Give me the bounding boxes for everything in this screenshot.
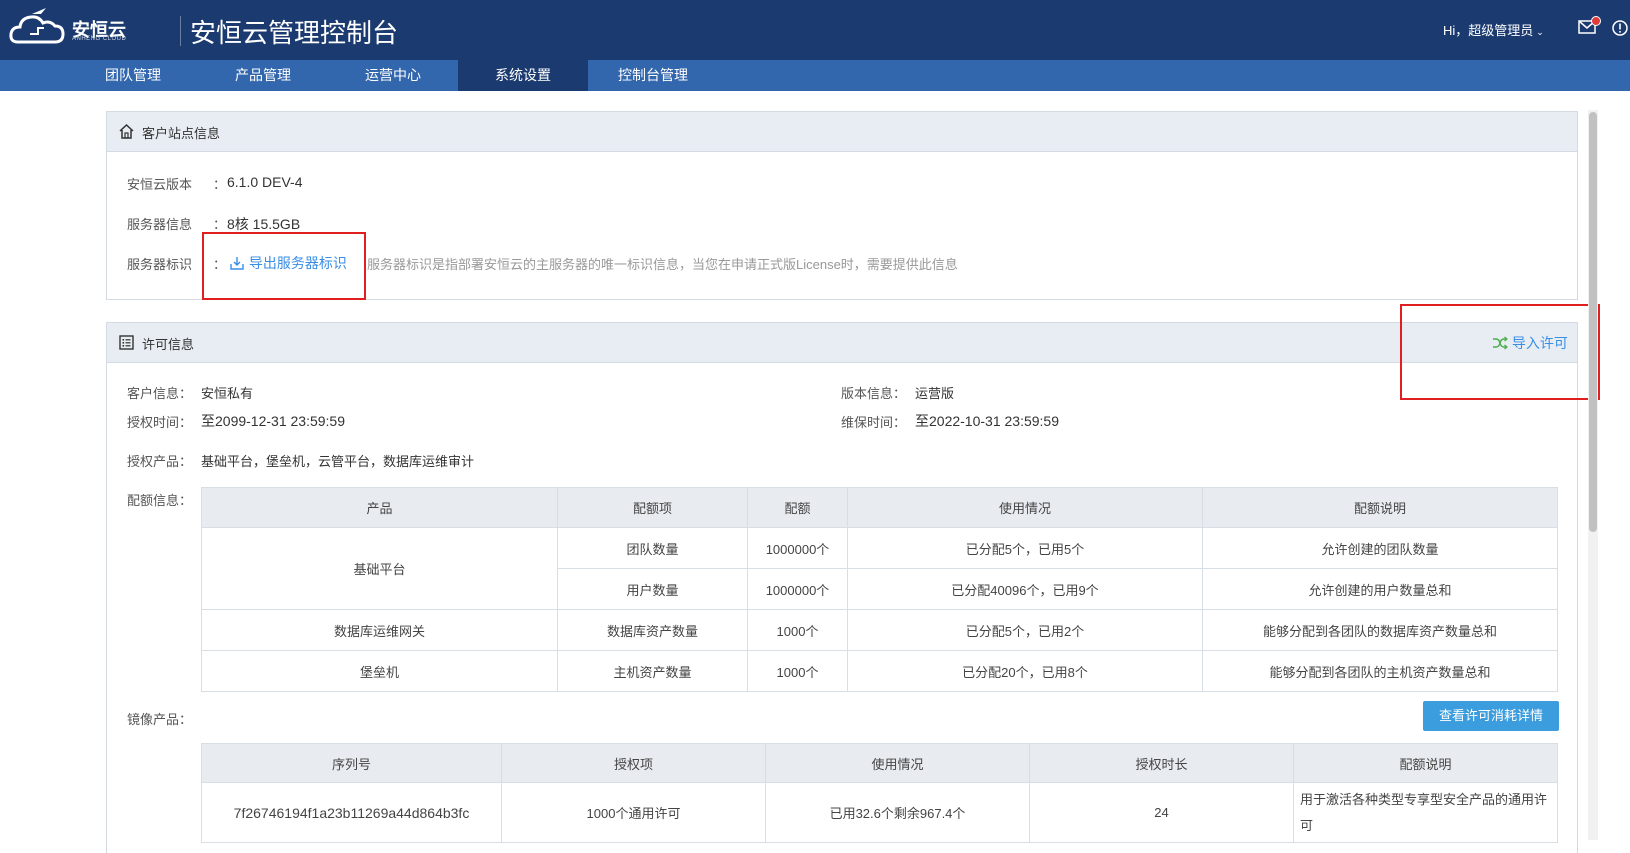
info-icon[interactable] [1612, 20, 1628, 36]
logo-subtext: ANHENG CLOUD [72, 36, 127, 42]
auth-products-value: 基础平台，堡垒机，云管平台，数据库运维审计 [201, 454, 475, 469]
table-cell: 已分配20个，已用8个 [847, 650, 1203, 692]
table-cell: 已分配40096个，已用9个 [847, 568, 1203, 610]
export-server-id-label: 导出服务器标识 [248, 255, 347, 271]
mirror-table: 序列号 授权项 使用情况 授权时长 配额说明 7f26746194f1a23b1… [201, 743, 1558, 843]
column-header: 配额 [747, 487, 848, 528]
maintenance-time-value: 至2022-10-31 23:59:59 [915, 413, 1059, 429]
table-cell: 24 [1029, 782, 1294, 843]
column-header: 配额说明 [1293, 743, 1558, 783]
auth-time-label: 授权时间： [127, 415, 193, 430]
version-label: 安恒云版本 [127, 177, 193, 192]
app-title: 安恒云管理控制台 [190, 18, 399, 48]
quota-table-header: 产品 配额项 配额 使用情况 配额说明 [201, 487, 1558, 528]
nav-item-system-settings[interactable]: 系统设置 [458, 60, 588, 91]
mirror-table-header: 序列号 授权项 使用情况 授权时长 配额说明 [201, 743, 1558, 783]
server-id-hint: 服务器标识是指部署安恒云的主服务器的唯一标识信息，当您在申请正式版License… [367, 257, 958, 272]
mirror-products-label: 镜像产品： [127, 712, 193, 727]
table-row: 7f26746194f1a23b11269a44d864b3fc 1000个通用… [201, 782, 1558, 843]
column-header: 序列号 [201, 743, 502, 783]
nav-item-console[interactable]: 控制台管理 [588, 60, 718, 91]
customer-label: 客户信息： [127, 386, 193, 401]
quota-table: 产品 配额项 配额 使用情况 配额说明 基础平台 团队数量 1000000个 已… [201, 487, 1558, 692]
table-cell: 数据库运维网关 [201, 609, 558, 651]
table-cell: 堡垒机 [201, 650, 558, 692]
table-cell: 允许创建的用户数量总和 [1202, 568, 1558, 610]
server-id-label: 服务器标识 [127, 257, 193, 272]
table-row: 基础平台 团队数量 1000000个 已分配5个，已用5个 允许创建的团队数量 [201, 527, 1558, 610]
shuffle-icon [1493, 336, 1509, 350]
column-header: 使用情况 [765, 743, 1030, 783]
edition-label: 版本信息： [841, 386, 907, 401]
logo[interactable]: 安恒云 ANHENG CLOUD [8, 4, 138, 52]
customer-value: 安恒私有 [201, 386, 254, 401]
edition-value: 运营版 [915, 386, 955, 401]
column-header: 配额说明 [1202, 487, 1558, 528]
scrollbar-thumb[interactable] [1589, 112, 1597, 532]
column-header: 使用情况 [847, 487, 1203, 528]
table-row: 数据库运维网关 数据库资产数量 1000个 已分配5个，已用2个 能够分配到各团… [201, 609, 1558, 651]
top-header: 安恒云 ANHENG CLOUD 安恒云管理控制台 Hi，超级管理员 ⌄ [0, 0, 1630, 60]
import-license-label: 导入许可 [1511, 335, 1568, 351]
download-icon [230, 257, 244, 270]
column-header: 配额项 [557, 487, 748, 528]
table-cell: 1000个 [747, 609, 848, 651]
table-cell: 能够分配到各团队的数据库资产数量总和 [1202, 609, 1558, 651]
table-cell: 主机资产数量 [557, 650, 748, 692]
table-cell: 1000个通用许可 [501, 782, 766, 843]
colon: ： [213, 257, 227, 272]
site-info-panel: 客户站点信息 安恒云版本 ： 6.1.0 DEV-4 服务器信息 ： 8核 15… [106, 111, 1578, 300]
nav-item-operations[interactable]: 运营中心 [328, 60, 458, 91]
column-header: 产品 [201, 487, 558, 528]
column-header: 授权项 [501, 743, 766, 783]
server-info-value: 8核 15.5GB [227, 216, 301, 232]
server-info-label: 服务器信息 [127, 217, 193, 232]
column-header: 授权时长 [1029, 743, 1294, 783]
version-value: 6.1.0 DEV-4 [227, 174, 303, 190]
list-icon [119, 335, 134, 350]
colon: ： [213, 217, 227, 232]
license-header: 许可信息 导入许可 [107, 323, 1577, 363]
table-cell: 1000个 [747, 650, 848, 692]
user-greeting: Hi，超级管理员 [1443, 23, 1534, 38]
title-divider [180, 16, 181, 46]
table-row: 堡垒机 主机资产数量 1000个 已分配20个，已用8个 能够分配到各团队的主机… [201, 650, 1558, 692]
table-cell: 用于激活各种类型专享型安全产品的通用许可 [1293, 782, 1558, 843]
auth-products-label: 授权产品： [127, 454, 193, 469]
cloud-logo-icon [9, 8, 65, 44]
chevron-down-icon: ⌄ [1536, 27, 1544, 37]
export-server-id-link[interactable]: 导出服务器标识 [229, 253, 347, 273]
nav-item-product[interactable]: 产品管理 [198, 60, 328, 91]
site-info-title: 客户站点信息 [142, 126, 221, 141]
auth-time-value: 至2099-12-31 23:59:59 [201, 413, 345, 429]
view-license-usage-button[interactable]: 查看许可消耗详情 [1423, 701, 1559, 731]
table-cell: 7f26746194f1a23b11269a44d864b3fc [201, 782, 502, 843]
quota-label: 配额信息： [127, 493, 193, 508]
table-cell: 用户数量 [557, 568, 748, 610]
license-panel: 许可信息 导入许可 客户信息： 安恒私有 版本信息： 运营版 授权时间： 至20… [106, 322, 1578, 853]
table-cell: 已分配5个，已用5个 [847, 527, 1203, 569]
colon: ： [213, 177, 227, 192]
nav-item-team[interactable]: 团队管理 [68, 60, 198, 91]
table-cell: 团队数量 [557, 527, 748, 569]
table-cell: 1000000个 [747, 527, 848, 569]
import-license-link[interactable]: 导入许可 [1492, 333, 1568, 353]
notification-dot [1591, 16, 1601, 26]
table-cell: 1000000个 [747, 568, 848, 610]
table-cell: 已用32.6个剩余967.4个 [765, 782, 1030, 843]
table-cell: 数据库资产数量 [557, 609, 748, 651]
table-cell: 基础平台 [201, 527, 558, 610]
table-cell: 能够分配到各团队的主机资产数量总和 [1202, 650, 1558, 692]
mail-icon[interactable] [1578, 16, 1601, 34]
user-menu[interactable]: Hi，超级管理员 ⌄ [1443, 20, 1544, 39]
table-cell: 已分配5个，已用2个 [847, 609, 1203, 651]
table-cell: 允许创建的团队数量 [1202, 527, 1558, 569]
home-icon [119, 123, 134, 139]
license-title: 许可信息 [142, 337, 195, 352]
site-info-header: 客户站点信息 [107, 112, 1577, 152]
main-nav: 团队管理 产品管理 运营中心 系统设置 控制台管理 [0, 60, 1630, 91]
maintenance-time-label: 维保时间： [841, 415, 907, 430]
